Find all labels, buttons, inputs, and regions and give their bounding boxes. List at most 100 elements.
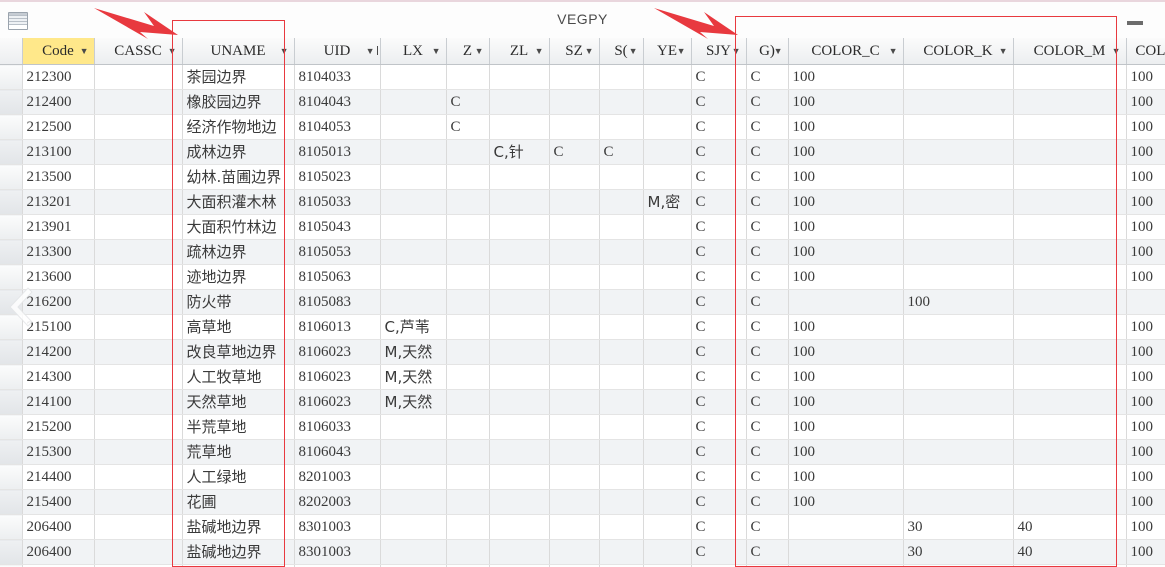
cell-lx[interactable] [380, 89, 447, 115]
chevron-down-icon[interactable]: ▼ [475, 38, 484, 64]
cell-gj[interactable]: C [746, 464, 789, 490]
cell-color_m[interactable] [1013, 239, 1127, 265]
cell-color_y[interactable]: 100 [1126, 314, 1165, 340]
cell-color_k[interactable] [903, 464, 1014, 490]
cell-zl[interactable] [489, 439, 550, 465]
cell-sc[interactable] [599, 539, 644, 565]
cell-sjy[interactable]: C [691, 264, 747, 290]
cell-color_y[interactable]: 100 [1126, 339, 1165, 365]
row-selector[interactable] [0, 439, 23, 465]
minimize-button[interactable] [1123, 10, 1149, 32]
cell-ye[interactable] [643, 289, 692, 315]
column-header-lx[interactable]: LX ▼ [380, 38, 447, 65]
column-header-color_y[interactable]: COLOR_Y▼ [1126, 38, 1165, 65]
chevron-down-icon[interactable]: ▼ [889, 38, 898, 64]
cell-code[interactable]: 215300 [22, 439, 95, 465]
chevron-down-icon[interactable]: ▼ [1112, 38, 1121, 64]
cell-zl[interactable] [489, 164, 550, 190]
cell-sc[interactable] [599, 289, 644, 315]
table-row[interactable]: 206400 盐碱地边界 8301003 C C 30 40 100 [0, 539, 1165, 565]
cell-code[interactable]: 214100 [22, 389, 95, 415]
cell-uname[interactable]: 盐碱地边界 [182, 539, 295, 565]
row-selector[interactable] [0, 414, 23, 440]
cell-color_m[interactable] [1013, 439, 1127, 465]
cell-color_k[interactable] [903, 164, 1014, 190]
cell-ye[interactable] [643, 364, 692, 390]
cell-gj[interactable]: C [746, 514, 789, 540]
table-row[interactable]: 212500 经济作物地边 8104053 C C C 100 100 [0, 114, 1165, 140]
cell-uname[interactable]: 成林边界 [182, 139, 295, 165]
cell-color_m[interactable] [1013, 264, 1127, 290]
cell-uid[interactable]: 8105063 [294, 264, 381, 290]
cell-color_k[interactable] [903, 64, 1014, 90]
cell-sz[interactable] [549, 64, 600, 90]
cell-ye[interactable] [643, 114, 692, 140]
cell-uname[interactable]: 经济作物地边 [182, 114, 295, 140]
column-header-sz[interactable]: SZ ▼ [549, 38, 600, 65]
cell-color_k[interactable] [903, 189, 1014, 215]
cell-uid[interactable]: 8105023 [294, 164, 381, 190]
cell-uname[interactable]: 花圃 [182, 489, 295, 515]
cell-uid[interactable]: 8104033 [294, 64, 381, 90]
cell-zl[interactable] [489, 214, 550, 240]
cell-uname[interactable]: 天然草地 [182, 389, 295, 415]
cell-sjy[interactable]: C [691, 64, 747, 90]
cell-uid[interactable]: 8202003 [294, 489, 381, 515]
cell-sc[interactable] [599, 314, 644, 340]
cell-color_m[interactable] [1013, 389, 1127, 415]
row-selector[interactable] [0, 139, 23, 165]
cell-ye[interactable] [643, 139, 692, 165]
cell-color_c[interactable]: 100 [788, 214, 904, 240]
cell-sz[interactable] [549, 414, 600, 440]
table-row[interactable]: 213300 疏林边界 8105053 C C 100 100 [0, 239, 1165, 265]
cell-uname[interactable]: 改良草地边界 [182, 339, 295, 365]
table-row[interactable]: 206400 盐碱地边界 8301003 C C 30 40 100 [0, 514, 1165, 540]
cell-uname[interactable]: 半荒草地 [182, 414, 295, 440]
cell-color_m[interactable] [1013, 314, 1127, 340]
cell-uname[interactable]: 高草地 [182, 314, 295, 340]
filter-applied-icon[interactable]: ▼ [366, 38, 378, 64]
cell-lx[interactable]: M,天然 [380, 339, 447, 365]
column-header-uid[interactable]: UID ▼ [294, 38, 381, 65]
cell-sjy[interactable]: C [691, 539, 747, 565]
cell-z[interactable] [446, 314, 490, 340]
cell-z[interactable] [446, 439, 490, 465]
cell-color_y[interactable]: 100 [1126, 139, 1165, 165]
cell-uname[interactable]: 盐碱地边界 [182, 514, 295, 540]
cell-gj[interactable]: C [746, 289, 789, 315]
cell-gj[interactable]: C [746, 189, 789, 215]
cell-color_y[interactable]: 100 [1126, 64, 1165, 90]
cell-color_c[interactable]: 100 [788, 389, 904, 415]
cell-uname[interactable]: 幼林.苗圃边界 [182, 164, 295, 190]
cell-z[interactable] [446, 539, 490, 565]
cell-code[interactable]: 214200 [22, 339, 95, 365]
cell-uid[interactable]: 8105033 [294, 189, 381, 215]
cell-code[interactable]: 213300 [22, 239, 95, 265]
cell-sjy[interactable]: C [691, 164, 747, 190]
cell-color_y[interactable]: 100 [1126, 439, 1165, 465]
cell-cassc[interactable] [94, 64, 183, 90]
cell-color_k[interactable] [903, 139, 1014, 165]
cell-z[interactable] [446, 139, 490, 165]
cell-sjy[interactable]: C [691, 439, 747, 465]
cell-sz[interactable] [549, 364, 600, 390]
cell-uname[interactable]: 大面积竹林边 [182, 214, 295, 240]
cell-sz[interactable] [549, 189, 600, 215]
cell-gj[interactable]: C [746, 539, 789, 565]
cell-lx[interactable]: C,芦苇 [380, 314, 447, 340]
cell-gj[interactable]: C [746, 439, 789, 465]
chevron-down-icon[interactable]: ▼ [999, 38, 1008, 64]
cell-ye[interactable] [643, 439, 692, 465]
cell-color_c[interactable]: 100 [788, 414, 904, 440]
cell-color_y[interactable]: 100 [1126, 539, 1165, 565]
cell-sc[interactable] [599, 64, 644, 90]
cell-lx[interactable] [380, 514, 447, 540]
cell-ye[interactable] [643, 464, 692, 490]
cell-uname[interactable]: 茶园边界 [182, 64, 295, 90]
cell-code[interactable]: 213500 [22, 164, 95, 190]
cell-cassc[interactable] [94, 464, 183, 490]
cell-color_m[interactable] [1013, 364, 1127, 390]
cell-ye[interactable] [643, 514, 692, 540]
cell-color_y[interactable]: 100 [1126, 389, 1165, 415]
table-row[interactable]: 214300 人工牧草地 8106023 M,天然 C C 100 100 [0, 364, 1165, 390]
